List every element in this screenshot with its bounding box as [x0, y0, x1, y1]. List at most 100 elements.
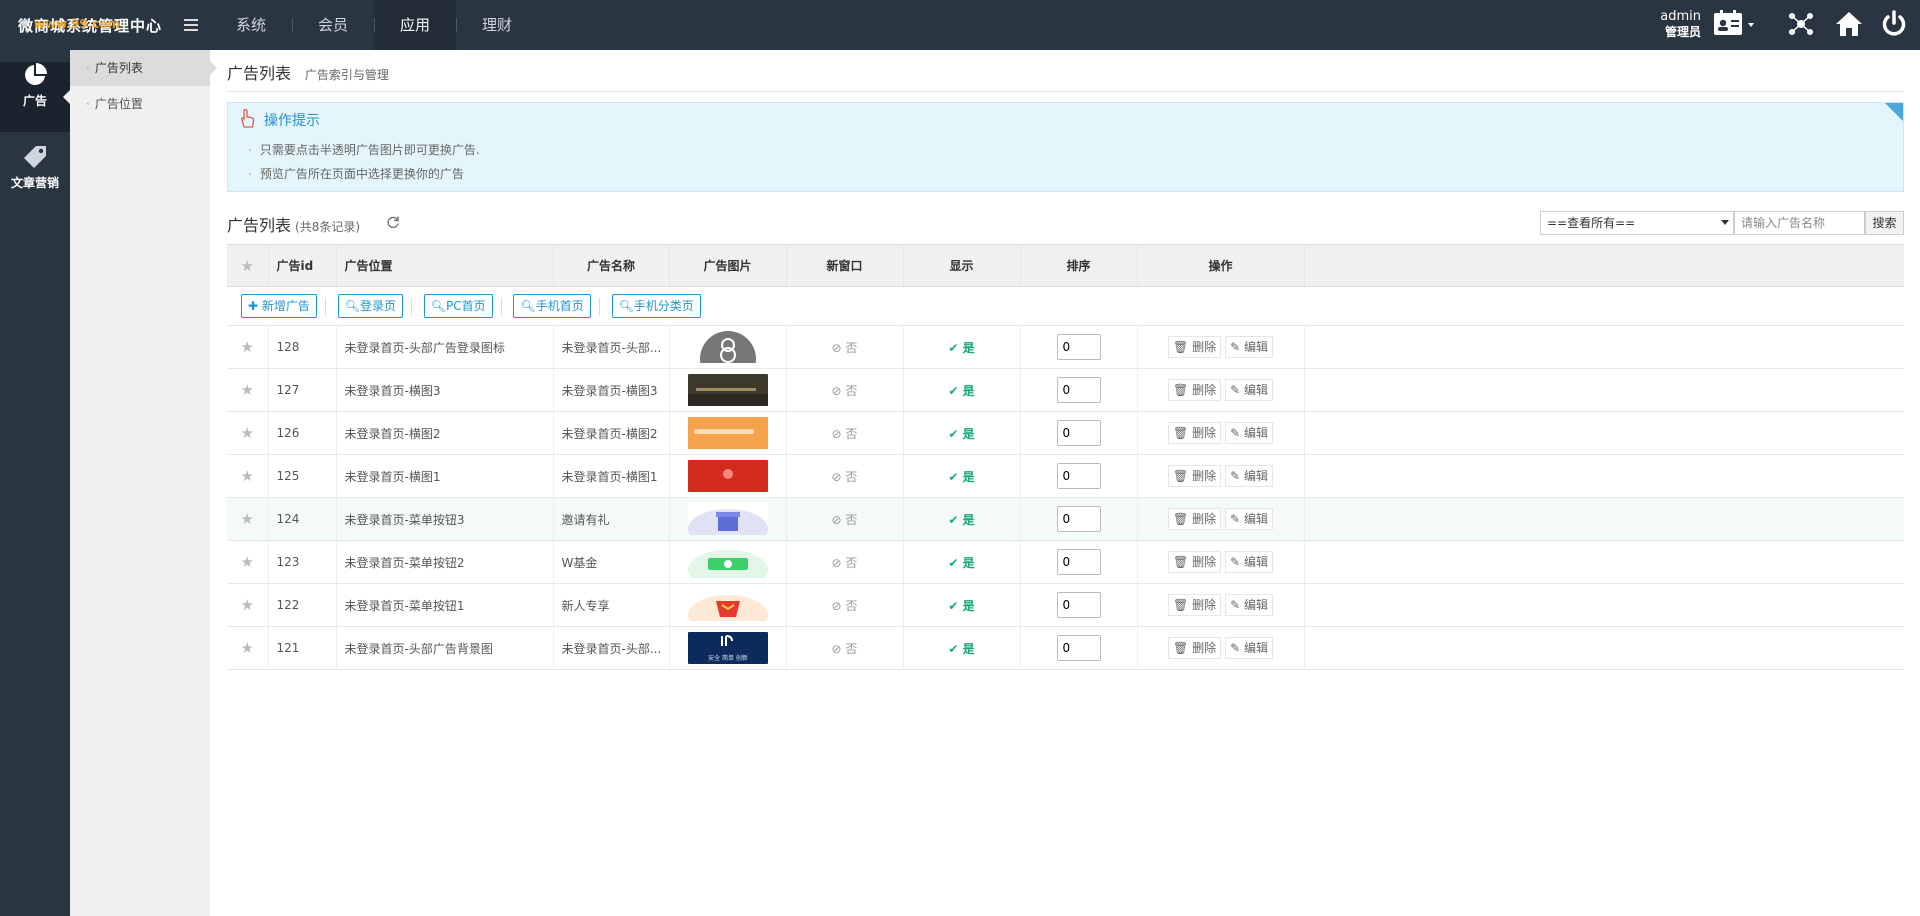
delete-button[interactable]: 🗑︎ 删除 — [1168, 336, 1222, 358]
ad-image-cell[interactable] — [669, 497, 787, 541]
display-cell[interactable]: ✔ 是 — [903, 583, 1021, 627]
id-card-icon[interactable] — [1712, 10, 1756, 40]
row-star[interactable]: ★ — [227, 626, 269, 670]
new-window-cell[interactable]: ⊘ 否 — [786, 411, 904, 455]
display-cell[interactable]: ✔ 是 — [903, 626, 1021, 670]
display-cell[interactable]: ✔ 是 — [903, 454, 1021, 498]
search-icon: 🔍︎ — [618, 299, 634, 313]
ad-thumbnail[interactable] — [687, 503, 768, 535]
sort-input[interactable] — [1056, 549, 1101, 575]
sort-input[interactable] — [1056, 377, 1101, 403]
delete-button[interactable]: 🗑︎ 删除 — [1168, 594, 1222, 616]
ad-image-cell[interactable] — [669, 540, 787, 584]
preview-mobile-home-button[interactable]: 🔍︎手机首页 — [513, 294, 591, 318]
edit-button[interactable]: ✎ 编辑 — [1225, 508, 1273, 530]
ad-thumbnail[interactable] — [687, 417, 768, 449]
ad-image-cell[interactable] — [669, 411, 787, 455]
display-cell[interactable]: ✔ 是 — [903, 411, 1021, 455]
table-row[interactable]: ★127未登录首页-横图3未登录首页-横图3⊘ 否✔ 是🗑︎ 删除✎ 编辑 — [227, 368, 1904, 412]
display-cell[interactable]: ✔ 是 — [903, 540, 1021, 584]
search-input[interactable] — [1734, 211, 1865, 235]
edit-button[interactable]: ✎ 编辑 — [1225, 465, 1273, 487]
user-info[interactable]: admin 管理员 — [1655, 9, 1701, 40]
row-star[interactable]: ★ — [227, 583, 269, 627]
new-window-cell[interactable]: ⊘ 否 — [786, 540, 904, 584]
submenu-item-ad-position[interactable]: · 广告位置 — [70, 86, 210, 122]
submenu-item-ad-list[interactable]: · 广告列表 — [70, 50, 217, 86]
nav-member[interactable]: 会员 — [292, 0, 374, 50]
table-row[interactable]: ★125未登录首页-横图1未登录首页-横图1⊘ 否✔ 是🗑︎ 删除✎ 编辑 — [227, 454, 1904, 498]
sort-input[interactable] — [1056, 420, 1101, 446]
sort-input[interactable] — [1056, 334, 1101, 360]
new-window-cell[interactable]: ⊘ 否 — [786, 626, 904, 670]
ad-thumbnail[interactable] — [687, 589, 768, 621]
row-star[interactable]: ★ — [227, 325, 269, 369]
display-cell[interactable]: ✔ 是 — [903, 497, 1021, 541]
delete-button[interactable]: 🗑︎ 删除 — [1168, 379, 1222, 401]
edit-button[interactable]: ✎ 编辑 — [1225, 551, 1273, 573]
sort-input[interactable] — [1056, 463, 1101, 489]
edit-button[interactable]: ✎ 编辑 — [1225, 637, 1273, 659]
row-star[interactable]: ★ — [227, 497, 269, 541]
edit-button[interactable]: ✎ 编辑 — [1225, 422, 1273, 444]
display-cell[interactable]: ✔ 是 — [903, 325, 1021, 369]
refresh-icon[interactable] — [386, 215, 400, 229]
sort-input[interactable] — [1056, 635, 1101, 661]
display-cell[interactable]: ✔ 是 — [903, 368, 1021, 412]
new-window-cell[interactable]: ⊘ 否 — [786, 454, 904, 498]
table-row[interactable]: ★ 121 未登录首页-头部广告背景图 未登录首页-头部... 安全 简单 创新 ⊘ 否 ✔… — [227, 626, 1904, 670]
sidebar-item-article-marketing[interactable]: 文章营销 — [0, 144, 70, 214]
home-icon[interactable] — [1835, 10, 1863, 38]
new-window-cell[interactable]: ⊘ 否 — [786, 325, 904, 369]
table-row[interactable]: ★124未登录首页-菜单按钮3邀请有礼⊘ 否✔ 是🗑︎ 删除✎ 编辑 — [227, 497, 1904, 541]
edit-button[interactable]: ✎ 编辑 — [1225, 336, 1273, 358]
table-row[interactable]: ★128未登录首页-头部广告登录图标未登录首页-头部...⊘ 否✔ 是🗑︎ 删除… — [227, 325, 1904, 369]
sort-input[interactable] — [1056, 592, 1101, 618]
ad-image-cell[interactable]: 安全 简单 创新 — [669, 626, 787, 670]
sidebar-item-ads[interactable]: 广告 — [0, 62, 70, 132]
tip-item: · 预览广告所在页面中选择更换你的广告 — [248, 167, 464, 181]
ad-thumbnail[interactable]: 安全 简单 创新 — [687, 632, 768, 664]
delete-button[interactable]: 🗑︎ 删除 — [1168, 422, 1222, 444]
edit-button[interactable]: ✎ 编辑 — [1225, 379, 1273, 401]
ad-image-cell[interactable] — [669, 325, 787, 369]
ad-image-cell[interactable] — [669, 583, 787, 627]
ad-thumbnail[interactable] — [687, 460, 768, 492]
ad-thumbnail[interactable] — [687, 546, 768, 578]
ad-image-cell[interactable] — [669, 454, 787, 498]
edit-button[interactable]: ✎ 编辑 — [1225, 594, 1273, 616]
row-star[interactable]: ★ — [227, 411, 269, 455]
nav-app[interactable]: 应用 — [374, 0, 457, 50]
menu-toggle-icon[interactable] — [184, 19, 198, 31]
table-row[interactable]: ★122未登录首页-菜单按钮1新人专享⊘ 否✔ 是🗑︎ 删除✎ 编辑 — [227, 583, 1904, 627]
ad-thumbnail[interactable] — [687, 374, 768, 406]
preview-mobile-category-button[interactable]: 🔍︎手机分类页 — [611, 294, 701, 318]
new-window-cell[interactable]: ⊘ 否 — [786, 497, 904, 541]
search-button[interactable]: 搜索 — [1865, 211, 1904, 235]
power-icon[interactable] — [1880, 10, 1908, 38]
new-window-cell[interactable]: ⊘ 否 — [786, 583, 904, 627]
ad-thumbnail[interactable] — [687, 331, 768, 363]
table-row[interactable]: ★123未登录首页-菜单按钮2W基金⊘ 否✔ 是🗑︎ 删除✎ 编辑 — [227, 540, 1904, 584]
add-ad-button[interactable]: ✚ 新增广告 — [241, 294, 317, 318]
nav-finance[interactable]: 理财 — [456, 0, 538, 50]
sort-input[interactable] — [1056, 506, 1101, 532]
row-star[interactable]: ★ — [227, 540, 269, 584]
preview-login-button[interactable]: 🔍︎登录页 — [337, 294, 403, 318]
ad-image-cell[interactable] — [669, 368, 787, 412]
header-select-all[interactable]: ★ — [227, 244, 269, 287]
tips-corner-toggle[interactable] — [1885, 103, 1903, 121]
new-window-cell[interactable]: ⊘ 否 — [786, 368, 904, 412]
position-filter-select[interactable]: ==查看所有== — [1540, 211, 1734, 235]
delete-button[interactable]: 🗑︎ 删除 — [1168, 465, 1222, 487]
network-icon[interactable] — [1788, 10, 1814, 38]
table-row[interactable]: ★126未登录首页-横图2未登录首页-横图2⊘ 否✔ 是🗑︎ 删除✎ 编辑 — [227, 411, 1904, 455]
delete-button[interactable]: 🗑︎ 删除 — [1168, 551, 1222, 573]
delete-button[interactable]: 🗑︎ 删除 — [1168, 637, 1222, 659]
row-star[interactable]: ★ — [227, 454, 269, 498]
preview-pc-home-button[interactable]: 🔍︎PC首页 — [423, 294, 493, 318]
row-star[interactable]: ★ — [227, 368, 269, 412]
nav-system[interactable]: 系统 — [210, 0, 292, 50]
ad-id: 124 — [268, 497, 337, 541]
delete-button[interactable]: 🗑︎ 删除 — [1168, 508, 1222, 530]
